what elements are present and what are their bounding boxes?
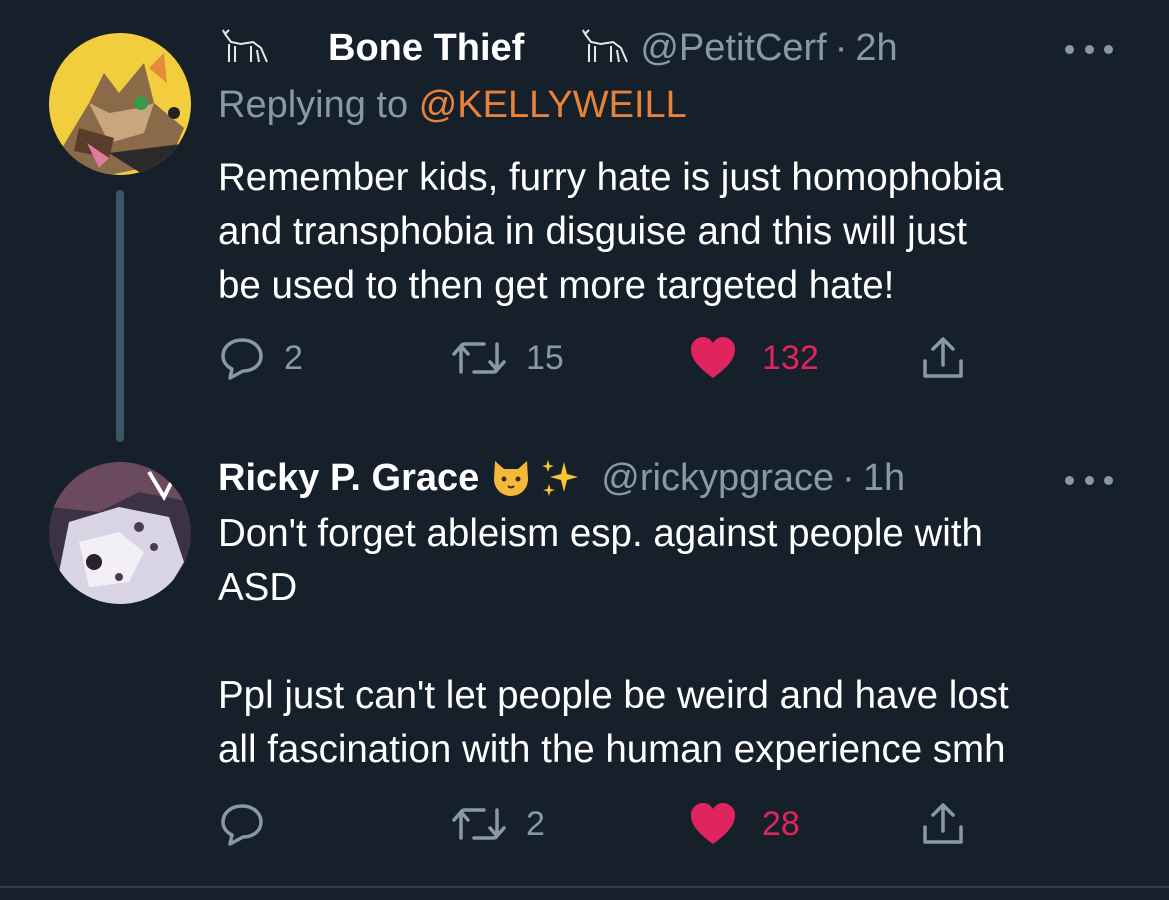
sparkles-icon (538, 456, 582, 500)
tweet-ricky-p-grace[interactable]: Ricky P. Grace @rickypgrace · 1h Don't f… (0, 450, 1169, 900)
like-button[interactable]: 132 (688, 330, 819, 386)
share-icon (923, 803, 963, 844)
user-handle[interactable]: @PetitCerf (640, 27, 826, 70)
tweet-header: Ricky P. Grace @rickypgrace · 1h (218, 450, 905, 506)
retweet-icon (452, 808, 506, 840)
tweet-text: Don't forget ableism esp. against people… (218, 512, 1009, 771)
retweet-button[interactable]: 2 (450, 796, 545, 852)
retweet-count: 15 (526, 338, 564, 377)
heart-icon (691, 337, 735, 378)
tweet-actions: 2 28 (218, 796, 978, 852)
avatar-bone-thief[interactable] (49, 33, 191, 175)
timestamp[interactable]: 2h (855, 27, 897, 70)
display-name[interactable]: Ricky P. Grace (218, 457, 479, 500)
tweet-text: Remember kids, furry hate is just homoph… (218, 156, 1004, 307)
retweet-icon (452, 342, 506, 374)
retweet-button[interactable]: 15 (450, 330, 564, 386)
separator-dot: · (834, 26, 848, 69)
tweet-divider (0, 886, 1169, 888)
cat-face-icon (490, 457, 532, 499)
share-button[interactable] (918, 796, 968, 852)
thread-line (116, 190, 124, 442)
mention-link[interactable]: @KELLYWEILL (419, 84, 687, 126)
crescent-moon-icon (277, 28, 317, 68)
timestamp[interactable]: 1h (863, 457, 905, 500)
heart-icon (691, 803, 735, 844)
fox-icon (221, 28, 271, 68)
like-button[interactable]: 28 (688, 796, 800, 852)
replying-to: Replying to @KELLYWEILL (218, 84, 687, 127)
like-count: 28 (762, 804, 800, 843)
display-name[interactable]: Bone Thief (328, 27, 524, 70)
tweet-header: Bone Thief @PetitCerf · 2h (218, 20, 898, 76)
retweet-count: 2 (526, 804, 545, 843)
replying-prefix: Replying to (218, 84, 409, 126)
separator-dot: · (842, 456, 855, 499)
reply-icon (221, 804, 263, 846)
share-icon (923, 337, 963, 378)
reply-button[interactable] (218, 796, 284, 852)
avatar-ricky-p-grace[interactable] (49, 462, 191, 604)
crescent-moon-icon (535, 28, 575, 68)
tweet-actions: 2 15 132 (218, 330, 978, 386)
like-count: 132 (762, 338, 819, 377)
user-handle[interactable]: @rickypgrace (601, 457, 834, 500)
share-button[interactable] (918, 330, 968, 386)
reply-button[interactable]: 2 (218, 330, 303, 386)
more-icon[interactable] (1065, 29, 1113, 69)
reply-count: 2 (284, 338, 303, 377)
more-icon[interactable] (1065, 460, 1113, 500)
fox-icon (581, 28, 631, 68)
reply-icon (221, 338, 263, 380)
tweet-bone-thief[interactable]: Bone Thief @PetitCerf · 2h Replying to @… (0, 0, 1169, 450)
